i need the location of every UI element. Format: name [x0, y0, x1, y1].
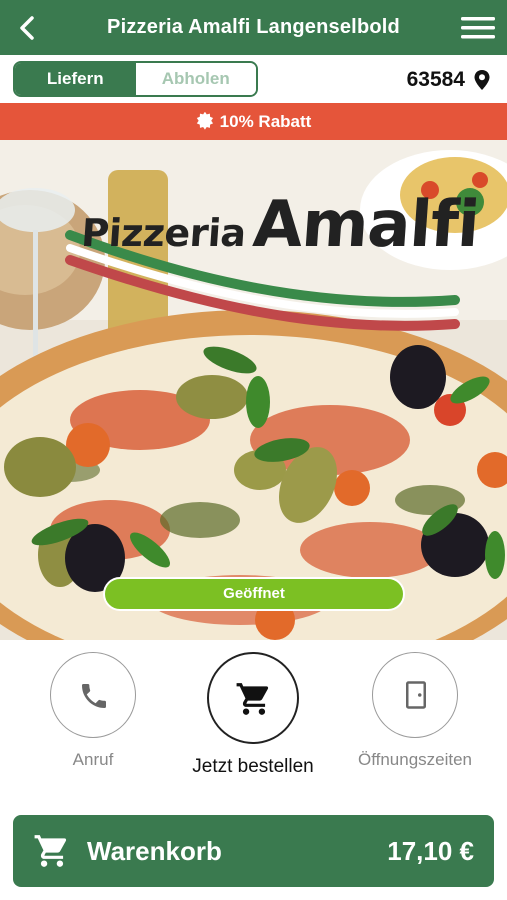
mode-option-pickup[interactable]: Abholen	[135, 63, 256, 95]
badge-icon	[196, 112, 213, 130]
opening-hours-button[interactable]	[372, 652, 458, 738]
cart-label: Warenkorb	[87, 836, 222, 866]
hamburger-menu-icon[interactable]	[459, 12, 497, 44]
call-button[interactable]	[50, 652, 136, 738]
open-status-button[interactable]: Geöffnet	[103, 577, 405, 611]
pizzeria-logo: Pizzeria Amalfi	[79, 188, 481, 262]
top-app-bar: Pizzeria Amalfi Langenselbold	[0, 0, 507, 55]
opening-hours-label: Öffnungszeiten	[357, 750, 473, 769]
discount-banner: 10% Rabatt	[0, 103, 507, 140]
page-title: Pizzeria Amalfi Langenselbold	[107, 16, 400, 38]
restaurant-hero-image: Pizzeria Amalfi Geöffnet	[0, 140, 507, 640]
logo-word-amalfi: Amalfi	[250, 188, 482, 262]
discount-text: 10% Rabatt	[219, 112, 312, 131]
cart-button[interactable]: Warenkorb 17,10 €	[13, 815, 494, 887]
call-label: Anruf	[72, 750, 114, 769]
logo-word-pizzeria: Pizzeria	[79, 211, 248, 255]
order-now-button[interactable]	[207, 652, 299, 744]
order-mode-bar: Liefern Abholen 63584	[0, 55, 507, 103]
delivery-mode-switch: Liefern Abholen	[13, 61, 258, 97]
map-pin-icon[interactable]	[473, 69, 491, 91]
cart-total: 17,10 €	[387, 836, 474, 866]
mode-option-delivery[interactable]: Liefern	[15, 63, 136, 95]
phone-icon	[82, 684, 106, 708]
postal-code[interactable]: 63584	[407, 65, 465, 95]
chevron-left-icon[interactable]	[12, 12, 44, 44]
shopping-cart-icon	[236, 683, 269, 715]
shopping-cart-icon	[34, 835, 67, 867]
opening-hours-action[interactable]: Öffnungszeiten	[335, 652, 495, 770]
door-icon	[406, 681, 426, 709]
order-now-action[interactable]: Jetzt bestellen	[173, 652, 333, 778]
order-now-label: Jetzt bestellen	[192, 756, 314, 777]
call-action[interactable]: Anruf	[13, 652, 173, 770]
quick-actions: Anruf Jetzt bestellen Öffnungszeiten	[0, 640, 507, 800]
